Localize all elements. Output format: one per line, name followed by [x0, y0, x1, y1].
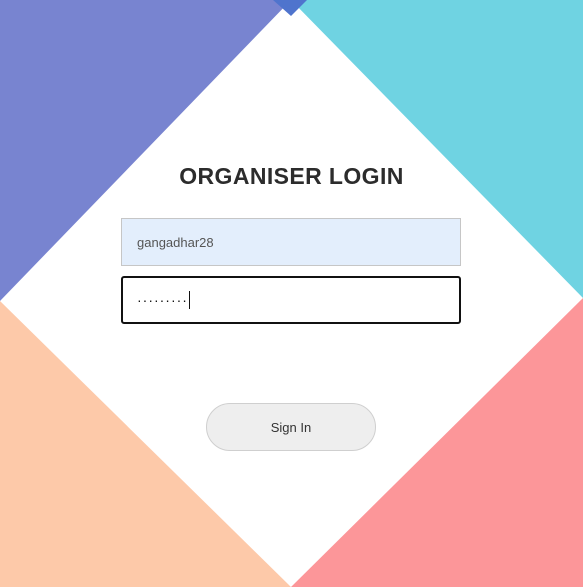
- page-title: ORGANISER LOGIN: [179, 163, 404, 189]
- text-cursor: [188, 291, 190, 309]
- password-field[interactable]: ·········: [121, 276, 461, 324]
- username-field[interactable]: [121, 218, 461, 266]
- password-masked-text: ·········: [137, 292, 188, 308]
- login-panel: ORGANISER LOGIN ········· Sign In: [0, 0, 583, 587]
- sign-in-button[interactable]: Sign In: [206, 403, 376, 451]
